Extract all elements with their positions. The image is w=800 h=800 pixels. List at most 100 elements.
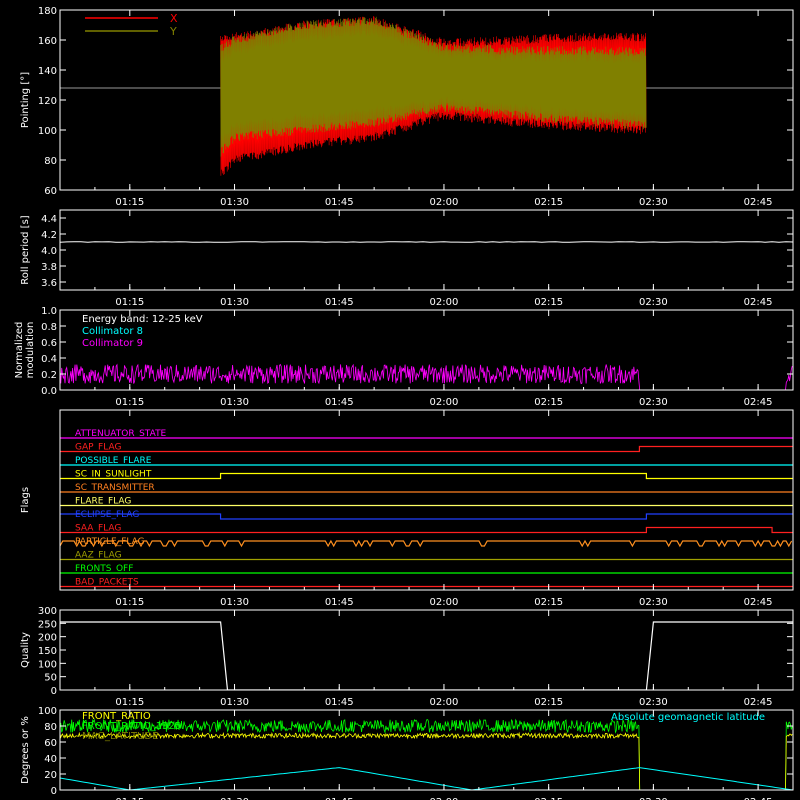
roll-period-xtick-label: 01:30 [220, 297, 249, 308]
quality-ytick-label: 200 [38, 633, 57, 644]
flags-xtick-label: 02:45 [744, 597, 773, 608]
degrees-series [60, 731, 793, 790]
pointing-panel: XY 01:15 01:30 01:45 02:00 02:15 02:30 02:45 60 8… [20, 6, 794, 208]
degrees-geomag-line [60, 767, 793, 790]
pointing-ytick-label: 140 [38, 66, 57, 77]
degrees-annotation: Absolute geomagnetic latitude [611, 712, 765, 723]
roll-period-ytick-label: 4.0 [41, 246, 57, 257]
flag-label: ECLIPSE_FLAG [75, 510, 139, 520]
degrees-ytick-label: 100 [38, 706, 57, 717]
modulation-ytick-label: 1.0 [41, 306, 57, 317]
quality-xtick-label: 01:30 [220, 697, 249, 708]
quality-line [60, 621, 793, 690]
modulation-xtick-label: 01:15 [115, 397, 144, 408]
flag-line [60, 445, 793, 453]
modulation-xtick-label: 02:45 [744, 397, 773, 408]
modulation-annotation: Collimator 9 [82, 338, 143, 349]
degrees-ytick-label: 80 [44, 722, 57, 733]
flag-line [60, 539, 793, 548]
flags-xtick-label: 01:45 [325, 597, 354, 608]
pointing-xtick-label: 02:45 [744, 197, 773, 208]
pointing-xtick-label: 02:15 [534, 197, 563, 208]
roll-period-frame [59, 209, 794, 291]
quality-ytick-label: 150 [38, 646, 57, 657]
pointing-plot-area [60, 16, 793, 176]
pointing-xtick-label: 02:30 [639, 197, 668, 208]
pointing-ytick-label: 100 [38, 126, 57, 137]
pointing-ytick-label: 60 [44, 186, 57, 197]
modulation-ylabel: modulation [25, 322, 36, 379]
quality-ylabel: Quality [20, 632, 31, 668]
roll-period-ytick-label: 3.6 [41, 278, 57, 289]
pointing-ytick-label: 160 [38, 36, 57, 47]
panel-layer: XY 01:15 01:30 01:45 02:00 02:15 02:30 02:45 60 8… [14, 6, 794, 800]
flag-label: AAZ_FLAG [75, 551, 122, 561]
roll-period-ytick-label: 4.4 [41, 214, 57, 225]
flag-label: SC_TRANSMITTER [75, 483, 155, 493]
pointing-ylabel: Pointing [°] [20, 72, 31, 128]
quality-panel: 01:15 01:30 01:45 02:00 02:15 02:30 02:45 0 50 10… [20, 606, 794, 708]
flags-xtick-label: 01:30 [220, 597, 249, 608]
pointing-ytick-label: 80 [44, 156, 57, 167]
quality-xtick-label: 02:00 [430, 697, 459, 708]
pointing-ytick-label: 180 [38, 6, 57, 17]
roll-period-panel: 01:15 01:30 01:45 02:00 02:15 02:30 02:45 3.6 3.… [20, 209, 794, 308]
flag-label: POSSIBLE_FLARE [75, 456, 152, 466]
flag-label: FLARE_FLAG [75, 497, 131, 507]
flags-ylabel: Flags [20, 487, 31, 513]
roll-period-xtick-label: 02:45 [744, 297, 773, 308]
pointing-legend-label: X [170, 12, 178, 25]
pointing-xtick-label: 01:15 [115, 197, 144, 208]
modulation-ytick-label: 0.2 [41, 370, 57, 381]
roll-period-plot-area [60, 241, 793, 243]
flag-label: SC_IN_SUNLIGHT [75, 470, 152, 480]
degrees-ytick-label: 0 [51, 786, 57, 797]
modulation-panel: Energy band: 12-25 keVCollimator 8Collim… [14, 306, 794, 408]
modulation-xtick-label: 02:15 [534, 397, 563, 408]
flag-line [60, 472, 793, 480]
quality-plot-area [60, 621, 793, 690]
flags-xtick-label: 02:30 [639, 597, 668, 608]
roll-period-xtick-label: 01:45 [325, 297, 354, 308]
quality-ytick-label: 300 [38, 606, 57, 617]
modulation-ytick-label: 0.4 [41, 354, 57, 365]
roll-period-ytick-label: 3.8 [41, 262, 57, 273]
quality-xtick-label: 01:15 [115, 697, 144, 708]
quality-ytick-label: 100 [38, 659, 57, 670]
degrees-ytick-label: 20 [44, 770, 57, 781]
flags-xtick-label: 02:15 [534, 597, 563, 608]
degrees-ytick-label: 60 [44, 738, 57, 749]
pointing-ytick-label: 120 [38, 96, 57, 107]
roll-period-ytick-label: 4.2 [41, 230, 57, 241]
roll-period-ylabel: Roll period [s] [20, 215, 31, 284]
degrees-ytick-label: 40 [44, 754, 57, 765]
spectrometer-dashboard: XY 01:15 01:30 01:45 02:00 02:15 02:30 02:45 60 8… [14, 6, 794, 800]
flags-xtick-label: 02:00 [430, 597, 459, 608]
roll-period-xtick-label: 02:00 [430, 297, 459, 308]
modulation-plot-area [60, 363, 793, 390]
flag-label: FRONTS_OFF [75, 564, 133, 574]
roll-period-xtick-label: 02:15 [534, 297, 563, 308]
flag-label: PARTICLE_FLAG [75, 537, 145, 547]
pointing-legend-label: Y [169, 25, 177, 38]
quality-ytick-label: 0 [51, 686, 57, 697]
modulation-ytick-label: 0.0 [41, 386, 57, 397]
flag-line [60, 526, 793, 534]
modulation-ylabel: Normalized [14, 322, 25, 379]
pointing-xtick-label: 01:45 [325, 197, 354, 208]
flag-label: GAP_FLAG [75, 443, 121, 453]
quality-ytick-label: 50 [44, 673, 57, 684]
flag-label: SAA_FLAG [75, 524, 121, 534]
modulation-annotation: Energy band: 12-25 keV [82, 314, 203, 325]
modulation-ytick-label: 0.8 [41, 322, 57, 333]
pointing-xtick-label: 01:30 [220, 197, 249, 208]
flag-label: ATTENUATOR_STATE [75, 429, 167, 439]
roll-period-xtick-label: 02:30 [639, 297, 668, 308]
modulation-xtick-label: 02:00 [430, 397, 459, 408]
modulation-annotation: Collimator 8 [82, 326, 143, 337]
degrees-ylabel: Degrees or % [20, 716, 31, 784]
roll-period-line [60, 241, 793, 243]
flags-xtick-label: 01:15 [115, 597, 144, 608]
roll-period-xtick-label: 01:15 [115, 297, 144, 308]
flags-panel: ATTENUATOR_STATE GAP_FLAG POSSIBLE_FLARE SC… [20, 409, 794, 608]
